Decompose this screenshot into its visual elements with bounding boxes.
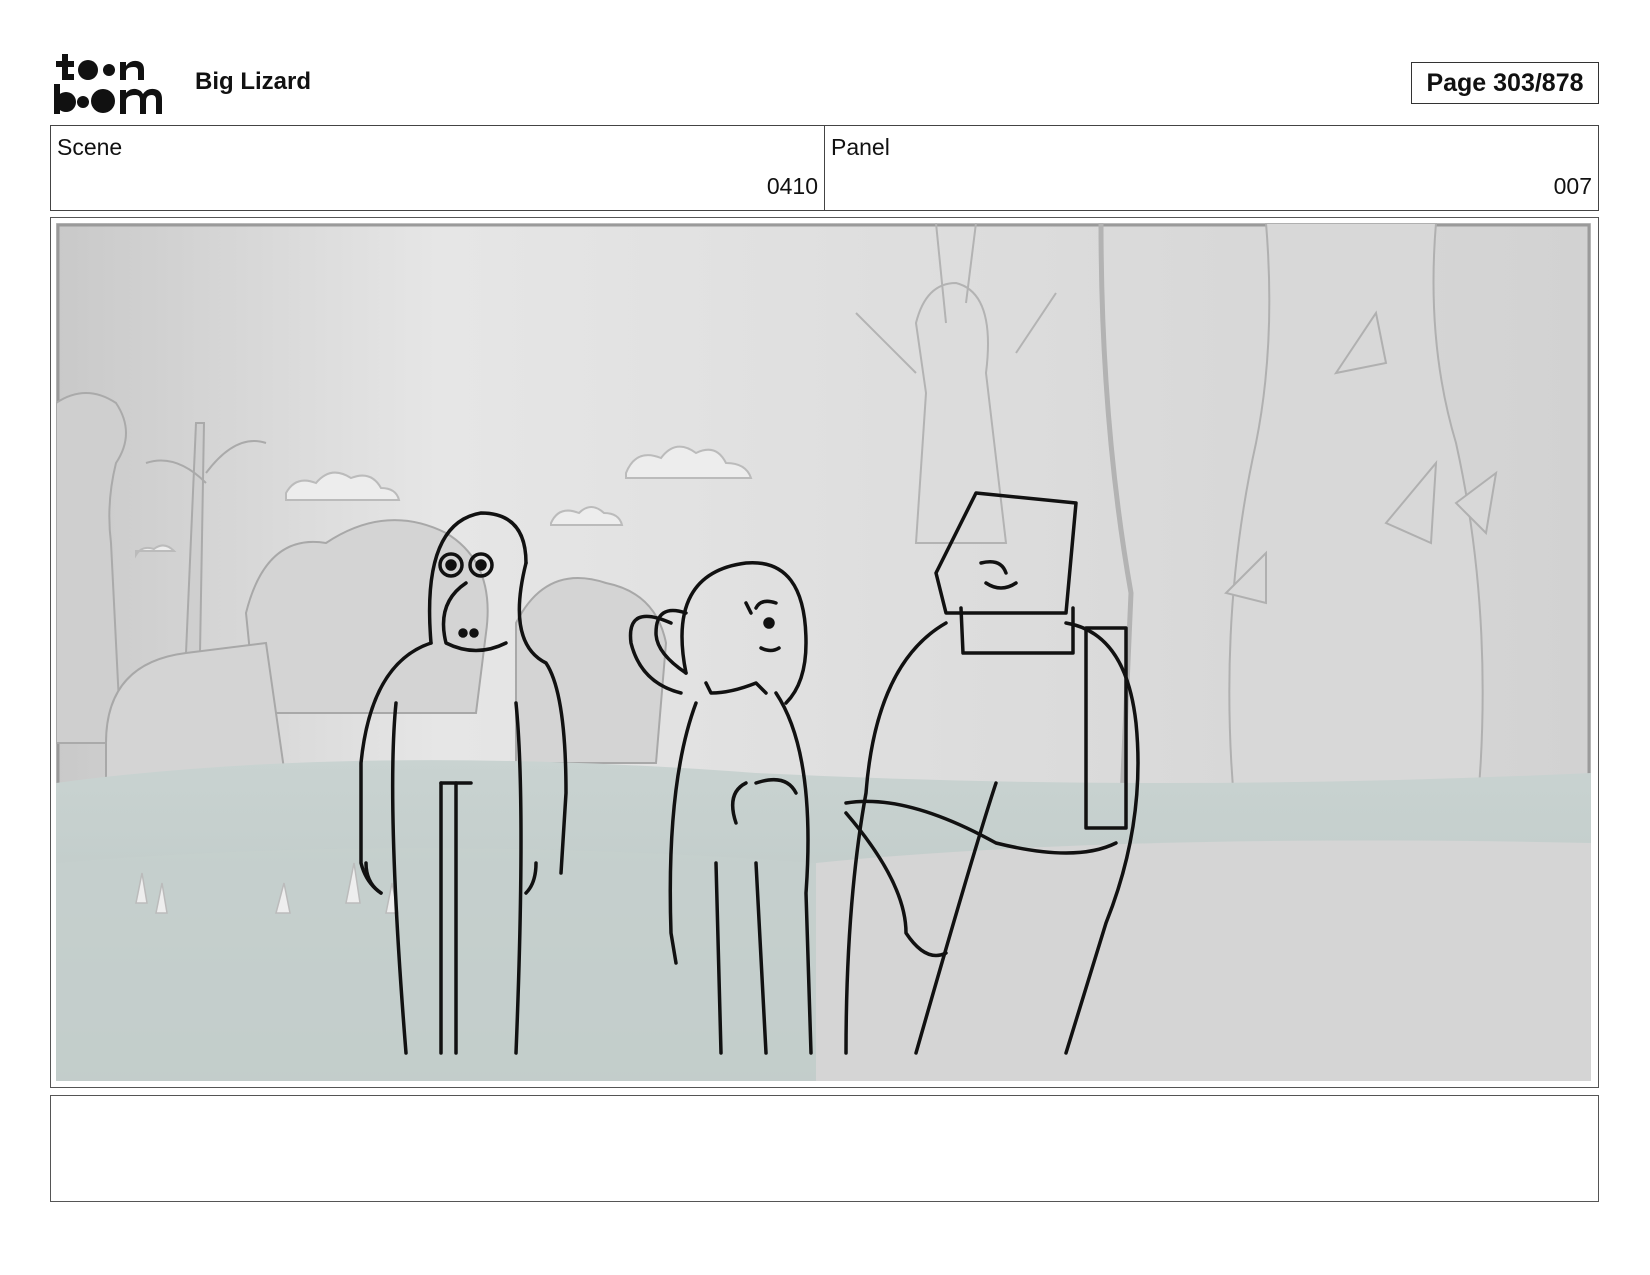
scene-label: Scene [57, 134, 123, 160]
panel-label: Panel [831, 134, 890, 160]
panel-drawing [56, 223, 1591, 1081]
scene-number: 0410 [766, 173, 818, 199]
panel-cell: Panel 007 [824, 126, 1598, 210]
panel-notes-box [50, 1095, 1599, 1202]
scene-cell: Scene 0410 [51, 126, 824, 210]
toon-boom-logo [54, 54, 162, 114]
info-row: Scene 0410 Panel 007 [50, 125, 1599, 211]
panel-number: 007 [1553, 173, 1592, 199]
page-indicator: Page 303/878 [1411, 62, 1599, 104]
storyboard-panel [50, 217, 1599, 1088]
project-title: Big Lizard [195, 68, 312, 95]
